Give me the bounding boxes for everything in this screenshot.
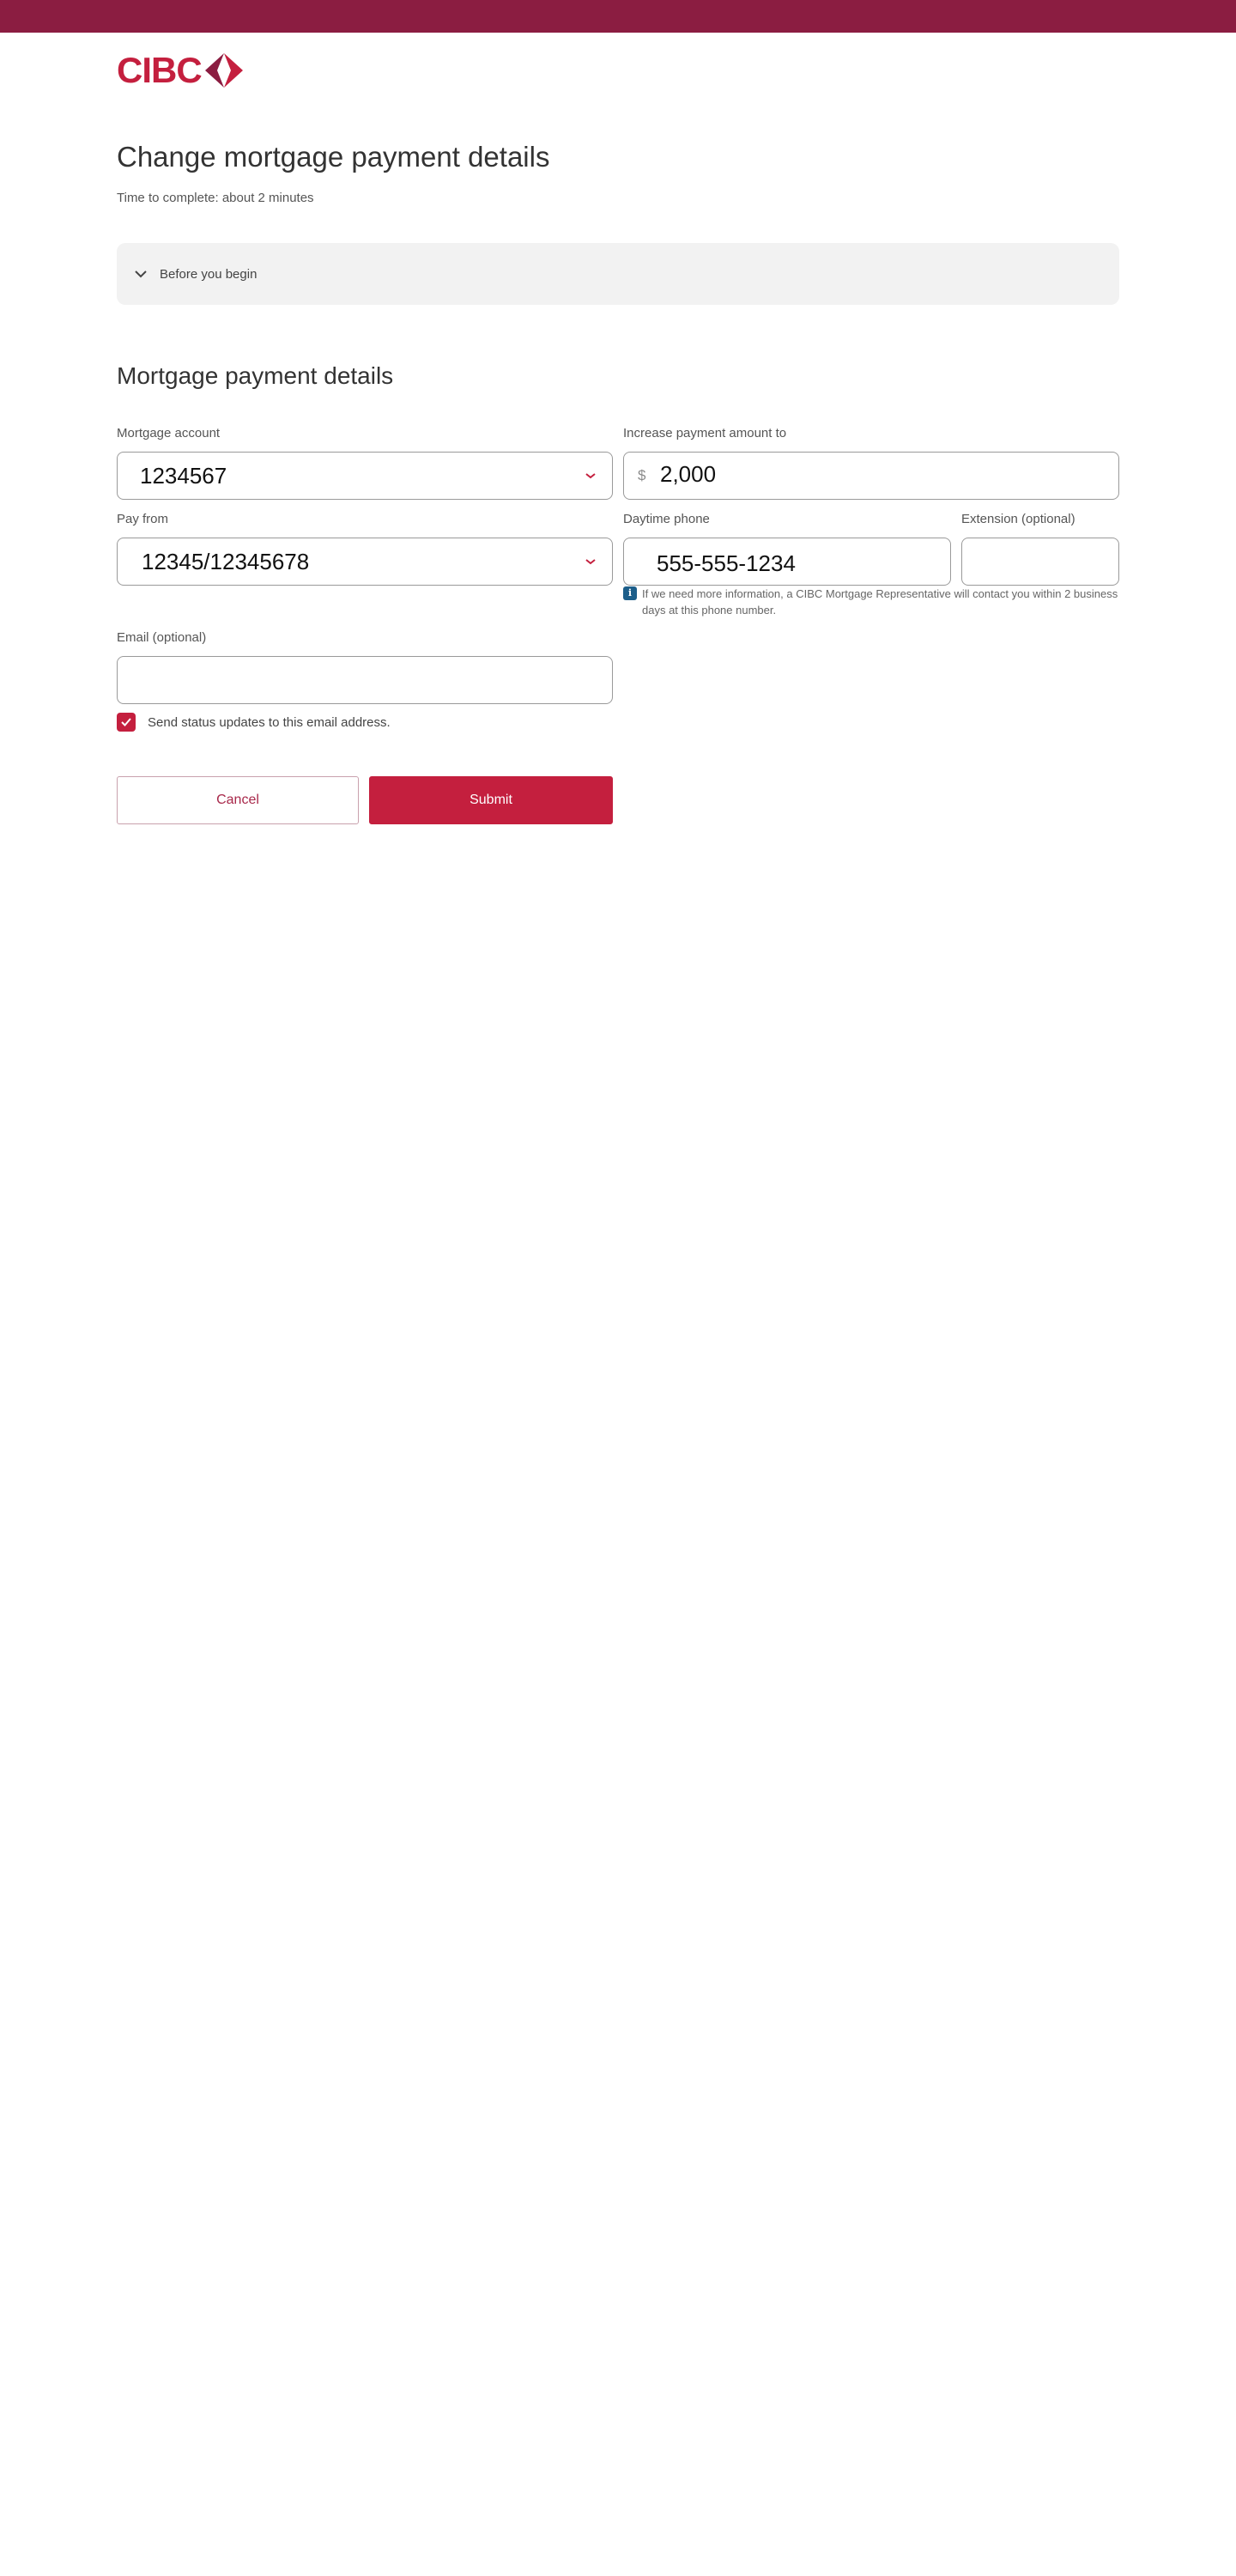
pay-from-select[interactable]: 12345/12345678	[117, 538, 613, 586]
increase-payment-label: Increase payment amount to	[623, 426, 787, 440]
currency-prefix: $	[638, 467, 646, 483]
before-you-begin-accordion[interactable]: Before you begin	[117, 243, 1119, 305]
daytime-phone-value: 555-555-1234	[657, 550, 796, 576]
mortgage-account-label: Mortgage account	[117, 426, 221, 440]
status-updates-checkbox[interactable]	[117, 713, 136, 732]
increase-payment-input[interactable]: $ 2,000	[623, 452, 1119, 500]
phone-info-note: i If we need more information, a CIBC Mo…	[623, 586, 1121, 618]
mortgage-account-select[interactable]: 1234567	[117, 452, 613, 500]
mortgage-account-value: 1234567	[140, 463, 227, 489]
cibc-logo[interactable]: CIBC	[117, 50, 243, 90]
phone-info-text: If we need more information, a CIBC Mort…	[642, 587, 1118, 617]
page-title: Change mortgage payment details	[117, 141, 550, 173]
logo-wordmark: CIBC	[117, 50, 203, 90]
email-input[interactable]	[117, 656, 613, 704]
logo-diamond-icon	[204, 53, 243, 88]
chevron-down-icon	[135, 270, 147, 278]
accordion-label: Before you begin	[160, 266, 258, 282]
chevron-down-icon	[585, 473, 596, 479]
daytime-phone-input[interactable]: 555-555-1234	[623, 538, 951, 586]
status-updates-label: Send status updates to this email addres…	[148, 714, 391, 730]
cancel-button[interactable]: Cancel	[117, 776, 359, 824]
increase-payment-value: 2,000	[660, 461, 717, 487]
submit-button[interactable]: Submit	[369, 776, 613, 824]
extension-label: Extension (optional)	[961, 512, 1075, 526]
extension-input[interactable]	[961, 538, 1119, 586]
chevron-down-icon	[585, 559, 596, 565]
section-title: Mortgage payment details	[117, 362, 394, 389]
daytime-phone-label: Daytime phone	[623, 512, 710, 526]
pay-from-value: 12345/12345678	[142, 549, 310, 574]
checkmark-icon	[121, 718, 131, 726]
info-icon: i	[623, 586, 637, 600]
pay-from-label: Pay from	[117, 512, 169, 526]
page-subtitle: Time to complete: about 2 minutes	[117, 191, 314, 205]
status-updates-option[interactable]: Send status updates to this email addres…	[117, 713, 391, 732]
top-brand-bar	[0, 0, 1236, 33]
email-label: Email (optional)	[117, 630, 207, 645]
